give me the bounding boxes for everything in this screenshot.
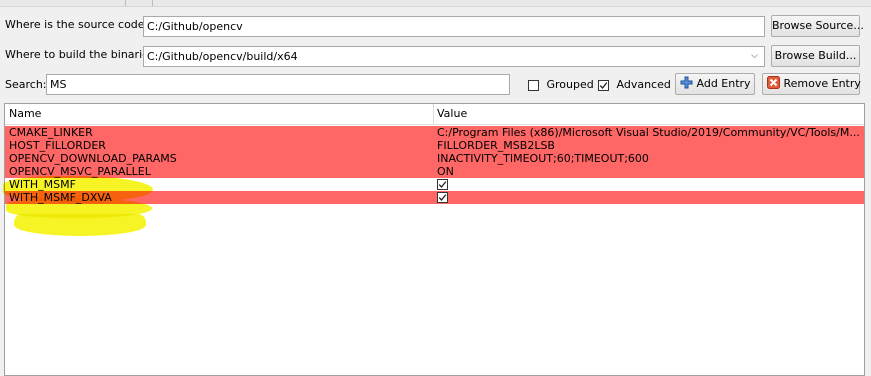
entry-value: INACTIVITY_TIMEOUT;60;TIMEOUT;600	[437, 152, 649, 165]
table-row[interactable]: OPENCV_MSVC_PARALLEL ON	[5, 165, 864, 178]
advanced-option[interactable]: Advanced	[598, 75, 671, 95]
table-header: Name Value	[5, 104, 864, 125]
grouped-option[interactable]: Grouped	[528, 75, 594, 95]
browse-source-button[interactable]: Browse Source...	[771, 15, 864, 37]
entry-name: OPENCV_DOWNLOAD_PARAMS	[9, 152, 177, 165]
entry-name: HOST_FILLORDER	[9, 139, 106, 152]
check-icon	[438, 194, 447, 201]
chevron-down-icon[interactable]: ⌵	[751, 47, 758, 66]
entry-value: FILLORDER_MSB2LSB	[437, 139, 555, 152]
build-label: Where to build the binaries:	[5, 48, 159, 61]
tab-separator	[152, 0, 153, 6]
entry-value-checkbox[interactable]	[437, 192, 448, 203]
build-path-combobox[interactable]: C:/Github/opencv/build/x64 ⌵	[143, 46, 765, 67]
entry-name: CMAKE_LINKER	[9, 126, 93, 139]
table-row[interactable]: CMAKE_LINKER C:/Program Files (x86)/Micr…	[5, 126, 864, 139]
top-tab-strip	[0, 0, 871, 7]
table-row[interactable]: HOST_FILLORDER FILLORDER_MSB2LSB	[5, 139, 864, 152]
browse-build-button[interactable]: Browse Build...	[771, 45, 860, 67]
grouped-checkbox[interactable]	[528, 79, 539, 91]
plus-icon	[680, 76, 693, 89]
entry-value-checkbox[interactable]	[437, 179, 448, 190]
table-row[interactable]: OPENCV_DOWNLOAD_PARAMS INACTIVITY_TIMEOU…	[5, 152, 864, 165]
search-label: Search:	[5, 78, 47, 91]
search-input[interactable]: MS	[46, 74, 510, 95]
remove-entry-label: Remove Entry	[783, 77, 861, 90]
add-entry-label: Add Entry	[696, 77, 751, 90]
advanced-label: Advanced	[616, 78, 671, 91]
check-icon	[599, 81, 608, 89]
entry-value: ON	[437, 165, 454, 178]
highlighter-mark	[14, 214, 146, 236]
add-entry-button[interactable]: Add Entry	[675, 73, 755, 95]
build-path-value: C:/Github/opencv/build/x64	[147, 50, 298, 63]
cache-entries-table[interactable]: Name Value CMAKE_LINKER C:/Program Files…	[4, 103, 865, 376]
column-header-name[interactable]: Name	[5, 104, 41, 124]
check-icon	[438, 181, 447, 188]
entry-value: C:/Program Files (x86)/Microsoft Visual …	[437, 126, 860, 139]
grouped-label: Grouped	[546, 78, 594, 91]
source-path-input[interactable]: C:/Github/opencv	[143, 16, 765, 37]
advanced-checkbox[interactable]	[598, 79, 609, 91]
remove-entry-button[interactable]: Remove Entry	[762, 73, 861, 95]
remove-x-icon	[767, 76, 780, 89]
source-label: Where is the source code:	[5, 18, 149, 31]
tab-separator	[125, 0, 126, 6]
column-header-value[interactable]: Value	[433, 104, 467, 124]
